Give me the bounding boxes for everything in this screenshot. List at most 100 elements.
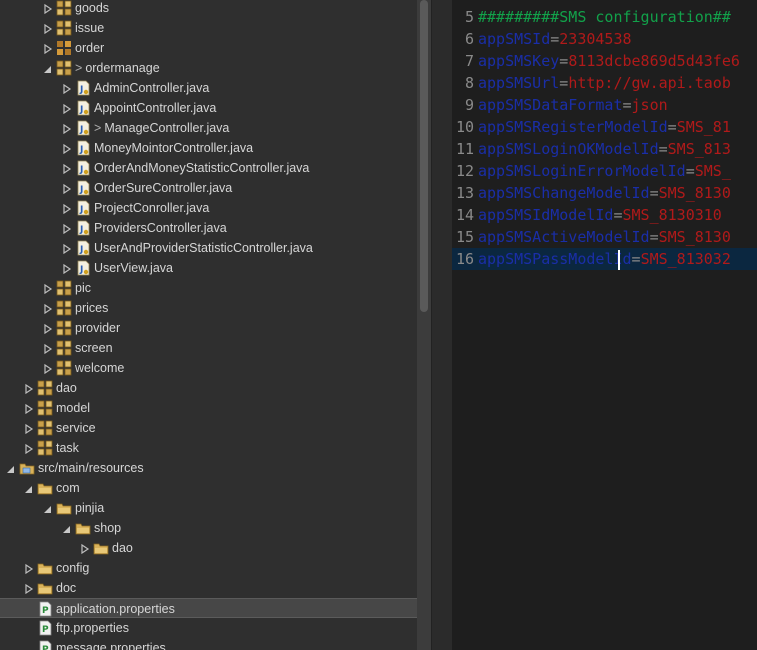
code-line[interactable]: 9 appSMSDataFormat=json bbox=[452, 94, 757, 116]
tree-item-text: pic bbox=[75, 281, 91, 295]
collapse-arrow-icon[interactable] bbox=[62, 242, 72, 255]
equals-sign: = bbox=[649, 228, 659, 246]
collapse-arrow-icon[interactable] bbox=[62, 202, 72, 215]
tree-item-text: ManageController.java bbox=[104, 121, 230, 135]
collapse-arrow-icon[interactable] bbox=[62, 102, 72, 115]
collapse-arrow-icon[interactable] bbox=[24, 422, 34, 435]
tree-item[interactable]: J AppointController.java bbox=[0, 98, 417, 118]
line-number: 13 bbox=[455, 184, 474, 202]
tree-item[interactable]: J ProjectConroller.java bbox=[0, 198, 417, 218]
tree-item-text: ProjectConroller.java bbox=[94, 201, 210, 215]
tree-item[interactable]: config bbox=[0, 558, 417, 578]
tree-item-text: doc bbox=[56, 581, 77, 595]
collapse-arrow-icon[interactable] bbox=[24, 442, 34, 455]
tree-item-text: ftp.properties bbox=[56, 621, 129, 635]
code-line[interactable]: 14 appSMSIdModelId=SMS_8130310 bbox=[452, 204, 757, 226]
line-number: 6 bbox=[464, 30, 474, 48]
explorer-scrollbar[interactable] bbox=[417, 0, 431, 650]
expand-arrow-icon[interactable] bbox=[6, 462, 16, 474]
tree-item[interactable]: J ProvidersController.java bbox=[0, 218, 417, 238]
tree-item[interactable]: J > ManageController.java bbox=[0, 118, 417, 138]
collapse-arrow-icon[interactable] bbox=[43, 282, 53, 295]
collapse-arrow-icon[interactable] bbox=[62, 182, 72, 195]
collapse-arrow-icon[interactable] bbox=[43, 42, 53, 55]
expand-arrow-icon[interactable] bbox=[24, 482, 34, 494]
tree-item[interactable]: goods bbox=[0, 0, 417, 18]
property-key: appSMSLoginOKModelId bbox=[478, 140, 659, 158]
code-line[interactable]: 11 appSMSLoginOKModelId=SMS_813 bbox=[452, 138, 757, 160]
collapse-arrow-icon[interactable] bbox=[43, 342, 53, 355]
expand-arrow-icon[interactable] bbox=[43, 502, 53, 514]
expand-arrow-icon[interactable] bbox=[62, 522, 72, 534]
java-icon: J bbox=[75, 120, 91, 136]
tree-item[interactable]: J AdminController.java bbox=[0, 78, 417, 98]
collapse-arrow-icon[interactable] bbox=[43, 322, 53, 335]
tree-item[interactable]: J UserAndProviderStatisticController.java bbox=[0, 238, 417, 258]
tree-item[interactable]: order bbox=[0, 38, 417, 58]
collapse-arrow-icon[interactable] bbox=[43, 22, 53, 35]
collapse-arrow-icon[interactable] bbox=[24, 382, 34, 395]
collapse-arrow-icon[interactable] bbox=[43, 302, 53, 315]
collapse-arrow-icon[interactable] bbox=[62, 262, 72, 275]
code-line[interactable]: 15 appSMSActiveModelId=SMS_8130 bbox=[452, 226, 757, 248]
tree-item[interactable]: dao bbox=[0, 538, 417, 558]
expand-arrow-icon[interactable] bbox=[43, 62, 53, 74]
tree-item[interactable]: doc bbox=[0, 578, 417, 598]
collapse-arrow-icon[interactable] bbox=[24, 582, 34, 595]
code-line[interactable]: 5 #########SMS configuration## bbox=[452, 6, 757, 28]
tree-item[interactable]: screen bbox=[0, 338, 417, 358]
code-line[interactable]: 10 appSMSRegisterModelId=SMS_81 bbox=[452, 116, 757, 138]
tree-item[interactable]: J UserView.java bbox=[0, 258, 417, 278]
tree-item[interactable]: dao bbox=[0, 378, 417, 398]
tree-item[interactable]: pinjia bbox=[0, 498, 417, 518]
tree-item-label: provider bbox=[75, 320, 120, 336]
tree-item[interactable]: Pmessage.properties bbox=[0, 638, 417, 650]
collapse-arrow-icon[interactable] bbox=[62, 162, 72, 175]
code-line[interactable]: 16 appSMSPassModelId=SMS_813032 bbox=[452, 248, 757, 270]
equals-sign: = bbox=[658, 140, 668, 158]
code-line[interactable]: 8 appSMSUrl=http://gw.api.taob bbox=[452, 72, 757, 94]
code-line[interactable]: 13 appSMSChangeModelId=SMS_8130 bbox=[452, 182, 757, 204]
tree-item[interactable]: > ordermanage bbox=[0, 58, 417, 78]
tree-item-text: welcome bbox=[75, 361, 125, 375]
tree-item[interactable]: prices bbox=[0, 298, 417, 318]
properties-editor[interactable]: 5 #########SMS configuration## 6 appSMSId=2… bbox=[452, 0, 757, 650]
tree-item[interactable]: J OrderAndMoneyStatisticController.java bbox=[0, 158, 417, 178]
tree-item[interactable]: welcome bbox=[0, 358, 417, 378]
tree-item[interactable]: provider bbox=[0, 318, 417, 338]
svg-text:J: J bbox=[79, 225, 83, 235]
tree-item[interactable]: Pftp.properties bbox=[0, 618, 417, 638]
tree-item-text: service bbox=[56, 421, 96, 435]
package-icon bbox=[56, 280, 72, 296]
tree-item[interactable]: J MoneyMointorController.java bbox=[0, 138, 417, 158]
tree-item-text: dao bbox=[112, 541, 133, 555]
collapse-arrow-icon[interactable] bbox=[62, 142, 72, 155]
code-line[interactable]: 12 appSMSLoginErrorModelId=SMS_ bbox=[452, 160, 757, 182]
collapse-arrow-icon[interactable] bbox=[62, 82, 72, 95]
tree-item[interactable]: task bbox=[0, 438, 417, 458]
property-key: appSMSUrl bbox=[478, 74, 560, 92]
svg-text:J: J bbox=[79, 185, 83, 195]
tree-item[interactable]: model bbox=[0, 398, 417, 418]
collapse-arrow-icon[interactable] bbox=[80, 542, 90, 555]
equals-sign: = bbox=[685, 162, 695, 180]
collapse-arrow-icon[interactable] bbox=[24, 402, 34, 415]
explorer-scrollbar-thumb[interactable] bbox=[420, 0, 428, 312]
tree-item[interactable]: service bbox=[0, 418, 417, 438]
tree-item[interactable]: issue bbox=[0, 18, 417, 38]
tree-item[interactable]: com bbox=[0, 478, 417, 498]
tree-item[interactable]: shop bbox=[0, 518, 417, 538]
code-line[interactable]: 6 appSMSId=23304538 bbox=[452, 28, 757, 50]
collapse-arrow-icon[interactable] bbox=[24, 562, 34, 575]
collapse-arrow-icon[interactable] bbox=[43, 362, 53, 375]
collapse-arrow-icon[interactable] bbox=[62, 122, 72, 135]
code-line[interactable]: 7 appSMSKey=8113dcbe869d5d43fe6 bbox=[452, 50, 757, 72]
tree-item[interactable]: J OrderSureController.java bbox=[0, 178, 417, 198]
tree-item[interactable]: pic bbox=[0, 278, 417, 298]
tree-item[interactable]: src/main/resources bbox=[0, 458, 417, 478]
collapse-arrow-icon[interactable] bbox=[62, 222, 72, 235]
tree-item[interactable]: Papplication.properties bbox=[0, 598, 417, 618]
collapse-arrow-icon[interactable] bbox=[43, 2, 53, 15]
package-explorer: goods issue order > ordermanage J AdminControl… bbox=[0, 0, 417, 650]
tree-item-label: prices bbox=[75, 300, 108, 316]
